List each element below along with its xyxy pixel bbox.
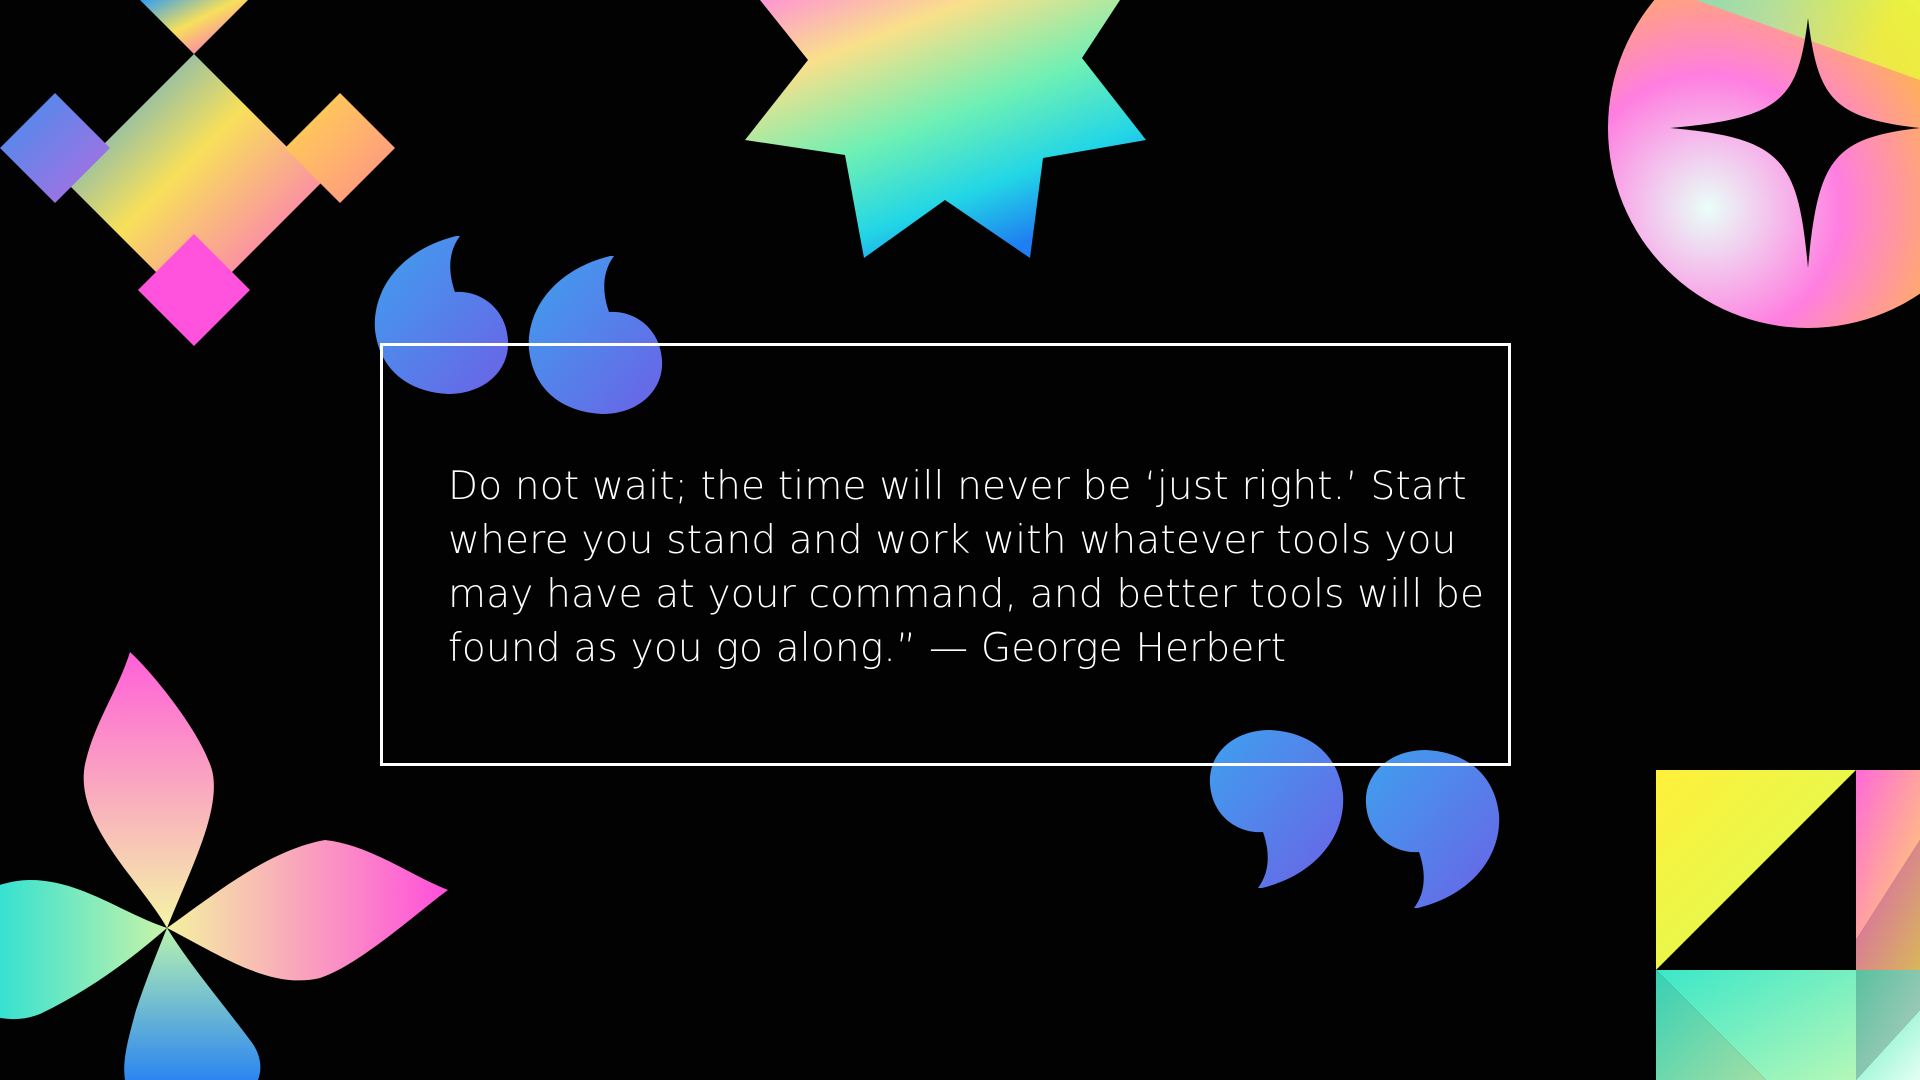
slide-canvas: Do not wait; the time will never be ‘jus… — [0, 0, 1920, 1080]
diamond-cross-icon — [0, 0, 395, 346]
starburst-icon — [745, 0, 1146, 258]
circle-sparkle-icon — [1608, 0, 1920, 328]
triangle-tiles-icon — [1656, 770, 1920, 1080]
quote-text: Do not wait; the time will never be ‘jus… — [448, 464, 1485, 671]
